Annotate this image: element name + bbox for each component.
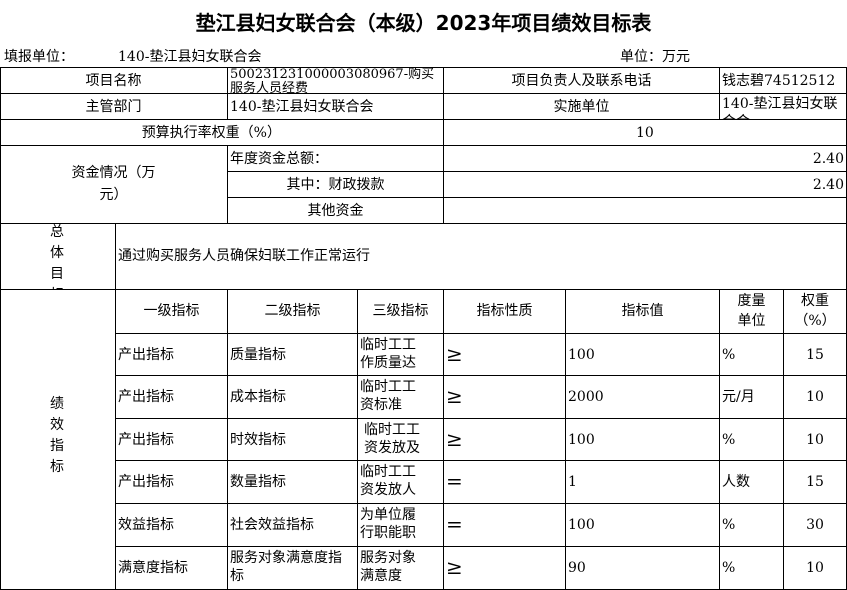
row-nature: ≥ [444, 547, 566, 590]
impl-value: 140-垫江县妇女联合会 [720, 94, 847, 120]
col-l3: 三级指标 [358, 290, 444, 334]
row-l2: 质量指标 [228, 334, 358, 376]
row-l2: 服务对象满意度指标 [228, 547, 358, 590]
col-value: 指标值 [566, 290, 720, 334]
person-value: 钱志碧74512512 [720, 68, 847, 94]
page-title: 垫江县妇女联合会（本级）2023年项目绩效目标表 [195, 11, 652, 35]
goal-label-cell: 总体目标 [0, 224, 116, 290]
col-unit: 度量单位 [720, 290, 784, 334]
project-name-label: 项目名称 [0, 68, 228, 94]
row-nature: = [444, 461, 566, 504]
budget-value: 10 [444, 120, 847, 146]
row-unit: % [720, 504, 784, 547]
person-label: 项目负责人及联系电话 [444, 68, 720, 94]
row-nature: ≥ [444, 334, 566, 376]
row-l1: 产出指标 [116, 376, 228, 419]
col-weight: 权重（%） [784, 290, 847, 334]
fund-label: 资金情况（万元） [0, 146, 228, 224]
goal-label: 总体目标 [50, 224, 64, 289]
row-weight: 10 [784, 419, 847, 461]
row-nature: ≥ [444, 419, 566, 461]
fund-fiscal-label: 其中：财政拨款 [228, 172, 444, 198]
row-unit: % [720, 547, 784, 590]
money-unit: 单位：万元 [620, 49, 690, 65]
fund-total-label: 年度资金总额： [228, 146, 444, 172]
row-unit: 人数 [720, 461, 784, 504]
row-value: 100 [566, 419, 720, 461]
row-nature: = [444, 504, 566, 547]
row-value: 90 [566, 547, 720, 590]
row-value: 100 [566, 504, 720, 547]
row-l2: 社会效益指标 [228, 504, 358, 547]
row-unit: 元/月 [720, 376, 784, 419]
goal-text: 通过购买服务人员确保妇联工作正常运行 [116, 224, 847, 290]
row-l3: 临时工工资标准 [358, 376, 444, 419]
row-l3: 临时工工资发放人 [358, 461, 444, 504]
unit-value: 140-垫江县妇女联合会 [118, 49, 262, 65]
row-l1: 效益指标 [116, 504, 228, 547]
col-nature: 指标性质 [444, 290, 566, 334]
row-unit: % [720, 419, 784, 461]
budget-label: 预算执行率权重（%） [0, 120, 444, 146]
col-l1: 一级指标 [116, 290, 228, 334]
row-l3: 临时工工资发放及 [358, 419, 444, 461]
dept-value: 140-垫江县妇女联合会 [228, 94, 444, 120]
row-l3: 为单位履行职能职 [358, 504, 444, 547]
row-weight: 15 [784, 461, 847, 504]
row-value: 1 [566, 461, 720, 504]
impl-label: 实施单位 [444, 94, 720, 120]
dept-label: 主管部门 [0, 94, 228, 120]
unit-label: 填报单位： [4, 49, 74, 65]
row-weight: 10 [784, 547, 847, 590]
fund-fiscal-value: 2.40 [444, 172, 847, 198]
row-value: 100 [566, 334, 720, 376]
row-l2: 成本指标 [228, 376, 358, 419]
metrics-label: 绩效指标 [50, 396, 64, 475]
row-l1: 满意度指标 [116, 547, 228, 590]
row-l3: 临时工工作质量达 [358, 334, 444, 376]
row-l1: 产出指标 [116, 461, 228, 504]
row-l2: 数量指标 [228, 461, 358, 504]
row-weight: 10 [784, 376, 847, 419]
col-l2: 二级指标 [228, 290, 358, 334]
metrics-label-cell: 绩效指标 [0, 290, 116, 590]
project-name-value: 500231231000003080967-购买服务人员经费 [228, 68, 444, 94]
row-nature: ≥ [444, 376, 566, 419]
row-l3: 服务对象满意度 [358, 547, 444, 590]
row-value: 2000 [566, 376, 720, 419]
row-weight: 30 [784, 504, 847, 547]
row-l1: 产出指标 [116, 419, 228, 461]
row-l2: 时效指标 [228, 419, 358, 461]
fund-other-label: 其他资金 [228, 198, 444, 224]
fund-other-value [444, 198, 847, 224]
row-weight: 15 [784, 334, 847, 376]
row-unit: % [720, 334, 784, 376]
fund-total-value: 2.40 [444, 146, 847, 172]
row-l1: 产出指标 [116, 334, 228, 376]
